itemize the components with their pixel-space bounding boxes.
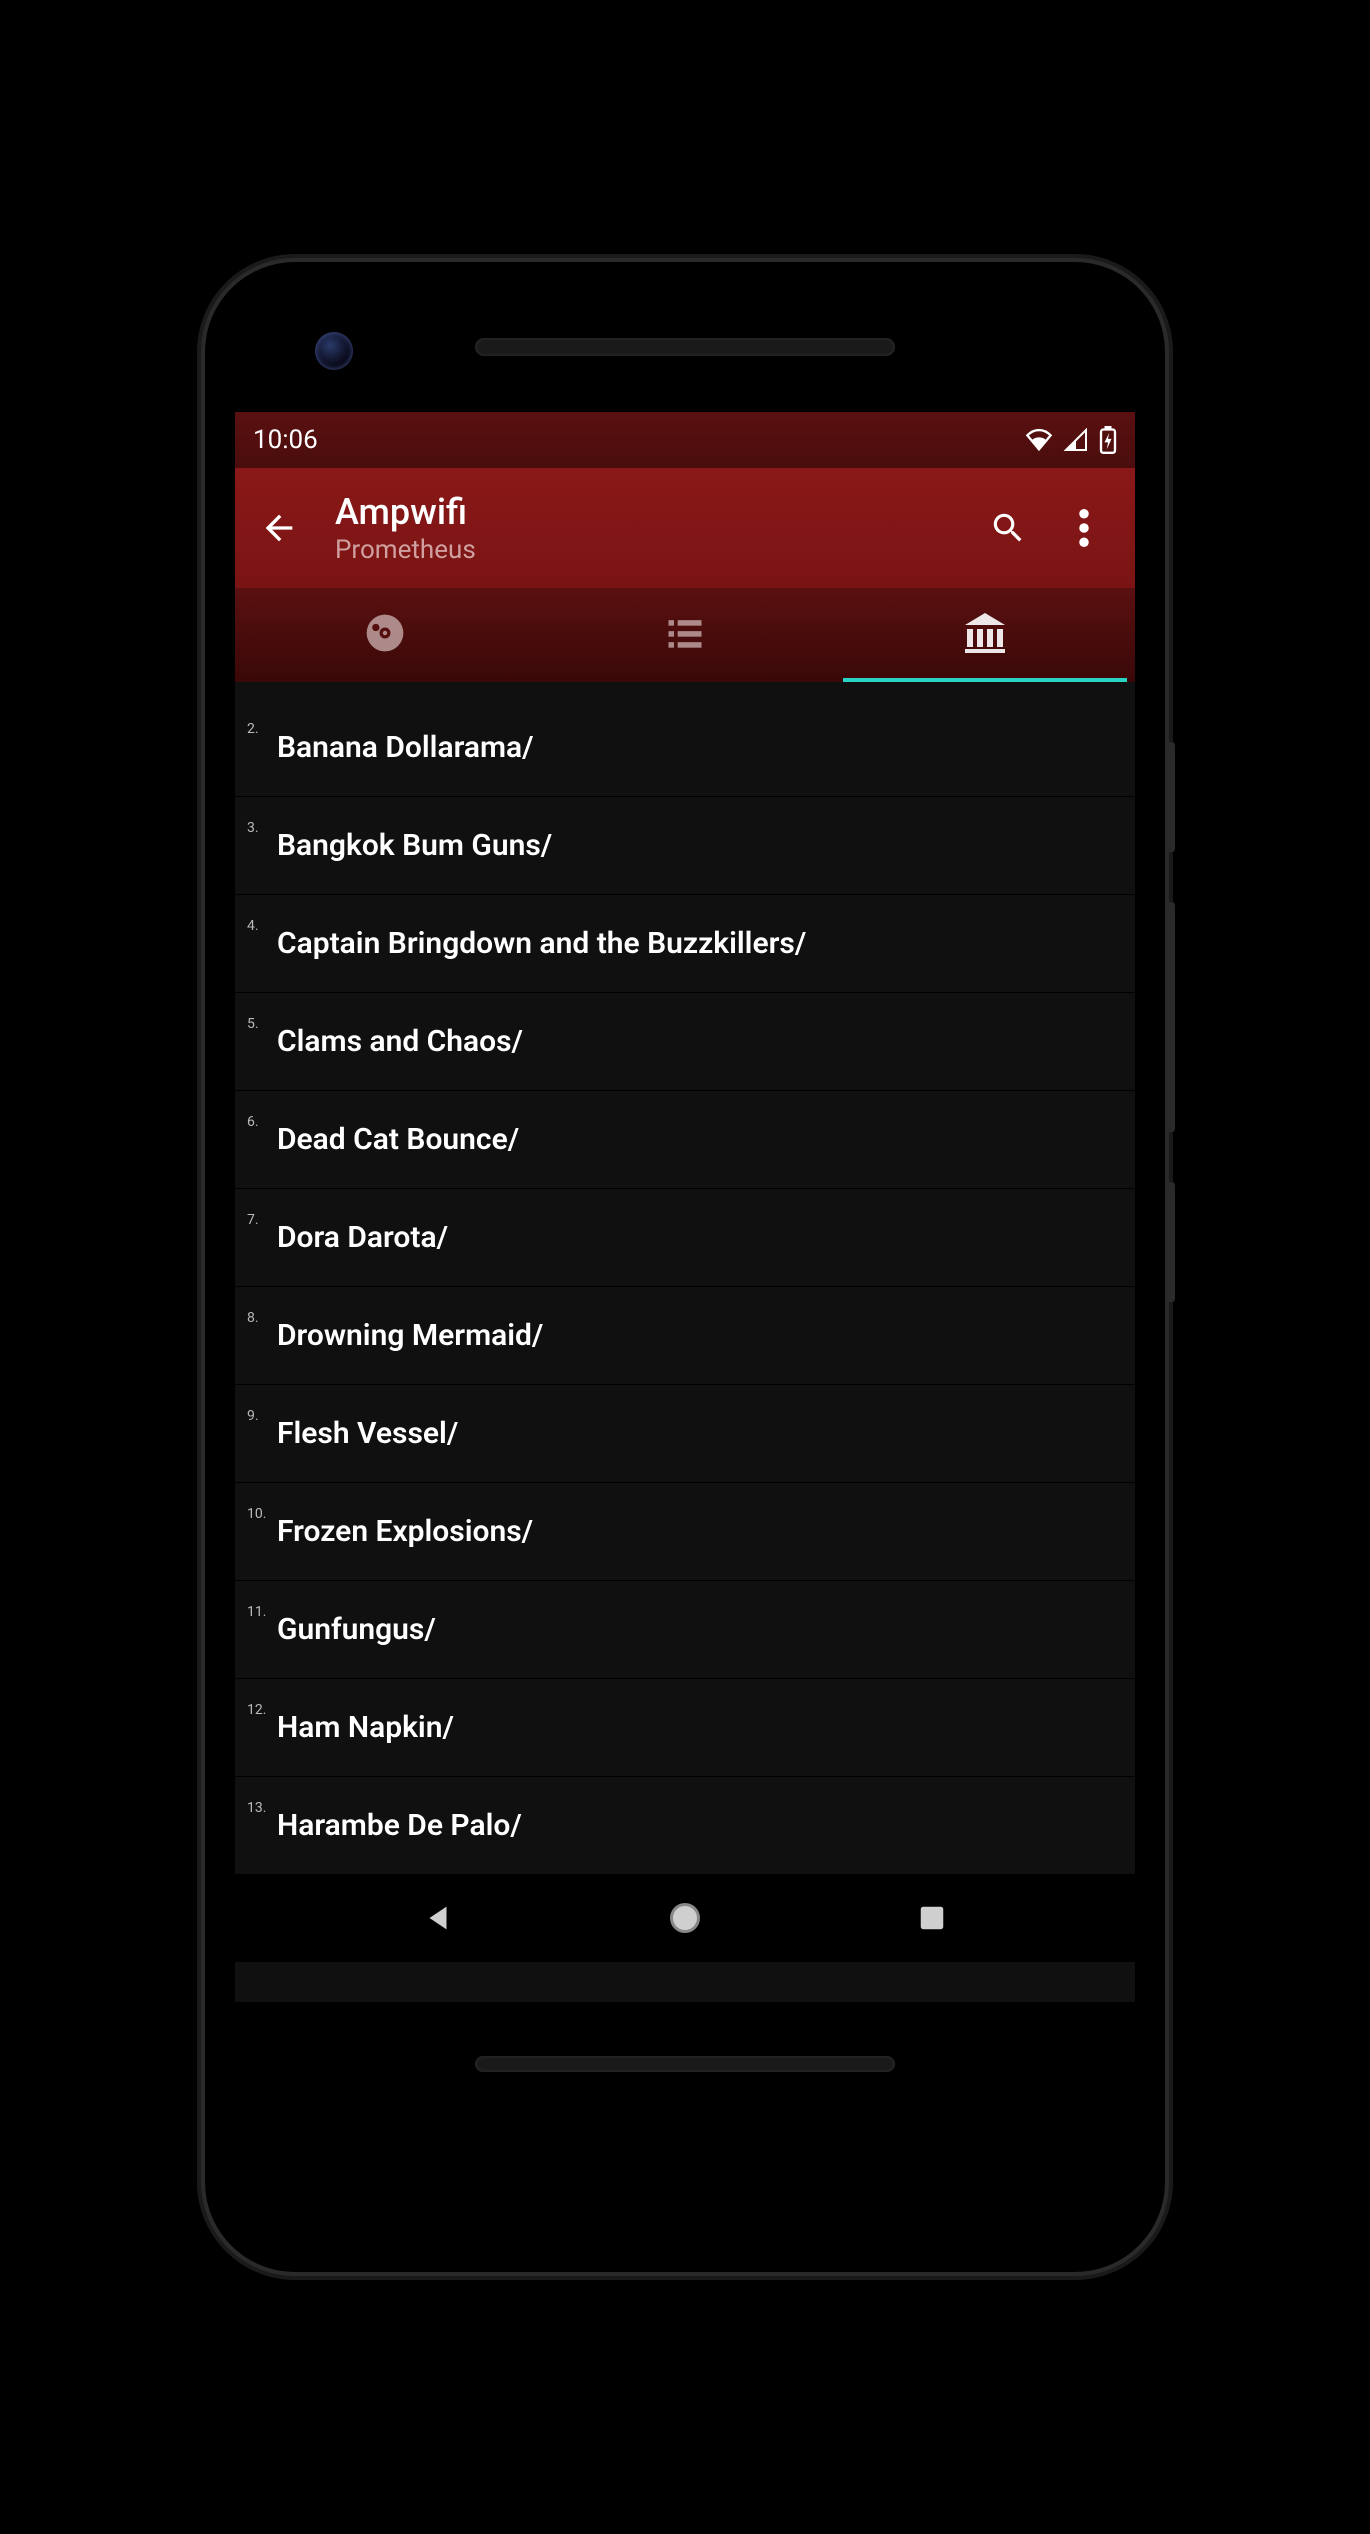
list-item-index: 8. xyxy=(239,1310,277,1326)
library-icon xyxy=(961,609,1009,661)
side-button xyxy=(1167,742,1175,852)
camera-icon xyxy=(315,332,353,370)
list-item-index: 5. xyxy=(239,1016,277,1032)
nav-back-button[interactable] xyxy=(398,1888,478,1948)
list-item-index: 9. xyxy=(239,1408,277,1424)
signal-icon xyxy=(1063,428,1089,452)
list-item-index: 6. xyxy=(239,1114,277,1130)
nav-recent-button[interactable] xyxy=(892,1888,972,1948)
speaker-icon xyxy=(475,338,895,356)
status-time: 10:06 xyxy=(253,425,1025,455)
phone-top-bezel xyxy=(235,292,1135,412)
tab-playlist[interactable] xyxy=(535,588,835,682)
list-item-label: Bangkok Bum Guns/ xyxy=(277,828,552,863)
list-item-label: Banana Dollarama/ xyxy=(277,730,534,765)
status-icons xyxy=(1025,426,1117,454)
list-item-label: Drowning Mermaid/ xyxy=(277,1318,543,1353)
list-item-label: Ham Napkin/ xyxy=(277,1710,454,1745)
list-item[interactable]: 2.Banana Dollarama/ xyxy=(235,698,1135,796)
list-item-label: Frozen Explosions/ xyxy=(277,1514,533,1549)
nav-home-button[interactable] xyxy=(645,1888,725,1948)
list-icon xyxy=(663,611,707,659)
list-item-index: 2. xyxy=(239,721,277,737)
app-bar-titles: Ampwifi Prometheus xyxy=(311,491,987,565)
status-bar: 10:06 xyxy=(235,412,1135,468)
list-item-label: Gunfungus/ xyxy=(277,1612,436,1647)
list-item-index: 13. xyxy=(239,1800,277,1816)
back-button[interactable] xyxy=(247,496,311,560)
list-item[interactable]: 6.Dead Cat Bounce/ xyxy=(235,1090,1135,1188)
list-item-index: 12. xyxy=(239,1702,277,1718)
list-item-index: 7. xyxy=(239,1212,277,1228)
list-item[interactable]: 3.Bangkok Bum Guns/ xyxy=(235,796,1135,894)
search-button[interactable] xyxy=(987,507,1029,549)
side-button xyxy=(1167,902,1175,1132)
list-item-label: Harambe De Palo/ xyxy=(277,1808,522,1843)
list-item[interactable]: 12.Ham Napkin/ xyxy=(235,1678,1135,1776)
phone-bottom-bezel xyxy=(235,2002,1135,2092)
list-item[interactable]: 4.Captain Bringdown and the Buzzkillers/ xyxy=(235,894,1135,992)
tab-library[interactable] xyxy=(835,588,1135,682)
list-item-label: Dead Cat Bounce/ xyxy=(277,1122,519,1157)
library-list[interactable]: 2.Banana Dollarama/3.Bangkok Bum Guns/4.… xyxy=(235,682,1135,1874)
list-item-index: 10. xyxy=(239,1506,277,1522)
app-bar: Ampwifi Prometheus xyxy=(235,468,1135,588)
list-item[interactable]: 10.Frozen Explosions/ xyxy=(235,1482,1135,1580)
side-button xyxy=(1167,1182,1175,1302)
app-title: Ampwifi xyxy=(335,491,987,533)
tab-bar xyxy=(235,588,1135,682)
list-item-label: Flesh Vessel/ xyxy=(277,1416,458,1451)
phone-frame: 10:06 Ampwifi Prometheus xyxy=(205,262,1165,2272)
list-item-label: Dora Darota/ xyxy=(277,1220,448,1255)
tab-now-playing[interactable] xyxy=(235,588,535,682)
list-item[interactable]: 7.Dora Darota/ xyxy=(235,1188,1135,1286)
system-nav-bar xyxy=(235,1874,1135,1962)
screen: 10:06 Ampwifi Prometheus xyxy=(235,412,1135,2002)
list-item-index: 3. xyxy=(239,820,277,836)
list-item[interactable]: 9.Flesh Vessel/ xyxy=(235,1384,1135,1482)
speaker-icon xyxy=(475,2056,895,2072)
disc-icon xyxy=(363,611,407,659)
list-item[interactable]: 8.Drowning Mermaid/ xyxy=(235,1286,1135,1384)
list-item[interactable]: 13.Harambe De Palo/ xyxy=(235,1776,1135,1874)
app-subtitle: Prometheus xyxy=(335,535,987,565)
list-item-label: Clams and Chaos/ xyxy=(277,1024,523,1059)
wifi-icon xyxy=(1025,428,1053,452)
list-item-index: 4. xyxy=(239,918,277,934)
list-item[interactable]: 5.Clams and Chaos/ xyxy=(235,992,1135,1090)
menu-overflow-button[interactable] xyxy=(1063,507,1105,549)
list-item-label: Captain Bringdown and the Buzzkillers/ xyxy=(277,926,806,961)
battery-icon xyxy=(1099,426,1117,454)
list-item[interactable]: 11.Gunfungus/ xyxy=(235,1580,1135,1678)
list-item-index: 11. xyxy=(239,1604,277,1620)
